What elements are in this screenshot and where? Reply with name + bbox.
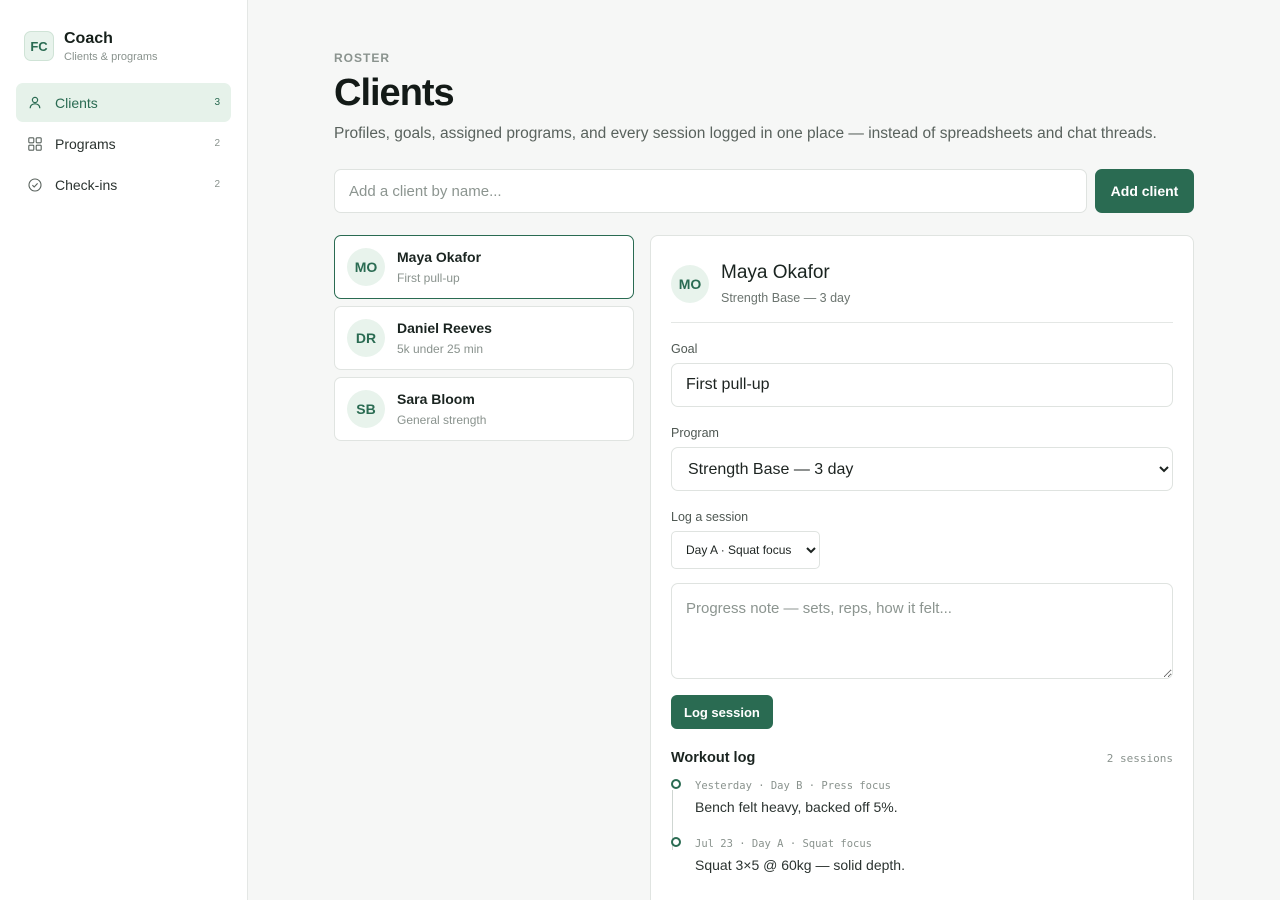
session-day-select[interactable]: Day A · Squat focus <box>671 531 820 569</box>
client-name: Maya Okafor <box>397 249 482 265</box>
sidebar-item-programs[interactable]: Programs 2 <box>16 124 231 163</box>
user-icon <box>27 95 43 111</box>
client-detail-panel: MO Maya Okafor Strength Base — 3 day Goa… <box>650 235 1194 900</box>
workout-log-header: Workout log 2 sessions <box>671 750 1173 766</box>
client-detail-header: MO Maya Okafor Strength Base — 3 day <box>671 236 1173 323</box>
workout-log-timeline: Yesterday · Day B · Press focus Bench fe… <box>671 779 1173 873</box>
client-goal: 5k under 25 min <box>397 342 484 356</box>
program-select[interactable]: Strength Base — 3 day <box>671 447 1173 491</box>
brand: FC Coach Clients & programs <box>16 30 231 63</box>
client-list: MO Maya Okafor First pull-up DR Daniel R… <box>334 235 634 448</box>
add-client-button[interactable]: Add client <box>1095 169 1194 213</box>
timeline-dot <box>671 837 681 847</box>
client-name: Sara Bloom <box>397 391 475 407</box>
client-detail-name: Maya Okafor <box>721 262 830 283</box>
sidebar-item-count: 3 <box>214 97 220 108</box>
client-card-maya-okafor[interactable]: MO Maya Okafor First pull-up <box>334 235 634 299</box>
sidebar-item-label: Programs <box>55 135 116 152</box>
session-label: Log a session <box>671 510 749 524</box>
check-circle-icon <box>27 177 43 193</box>
page-eyebrow: ROSTER <box>334 51 391 65</box>
sidebar-item-label: Clients <box>55 94 98 111</box>
progress-note-field[interactable] <box>671 583 1173 679</box>
log-entry: Jul 23 · Day A · Squat focus Squat 3×5 @… <box>671 837 1173 873</box>
log-entry-text: Bench felt heavy, backed off 5%. <box>695 799 898 815</box>
workout-log-count: 2 sessions <box>1106 752 1173 765</box>
sidebar: FC Coach Clients & programs Clients 3 Pr… <box>0 0 248 900</box>
timeline-dot <box>671 779 681 789</box>
goal-label: Goal <box>671 342 698 356</box>
brand-title: Coach <box>64 30 113 47</box>
avatar: SB <box>347 390 385 428</box>
client-card-daniel-reeves[interactable]: DR Daniel Reeves 5k under 25 min <box>334 306 634 370</box>
client-name: Daniel Reeves <box>397 320 492 336</box>
workout-log-title: Workout log <box>671 750 756 766</box>
avatar: DR <box>347 319 385 357</box>
add-client-input[interactable] <box>334 169 1087 213</box>
avatar: MO <box>671 264 709 303</box>
sidebar-item-clients[interactable]: Clients 3 <box>16 83 231 122</box>
log-session-button[interactable]: Log session <box>671 695 773 729</box>
sidebar-item-label: Check-ins <box>55 176 118 193</box>
sidebar-item-count: 2 <box>214 138 220 149</box>
grid-icon <box>27 136 43 152</box>
log-entry-meta: Yesterday · Day B · Press focus <box>695 780 891 792</box>
client-goal: General strength <box>397 413 487 427</box>
log-entry-text: Squat 3×5 @ 60kg — solid depth. <box>695 857 905 873</box>
brand-logo: FC <box>24 31 54 61</box>
client-detail-program: Strength Base — 3 day <box>721 291 851 305</box>
sidebar-item-count: 2 <box>214 179 220 190</box>
brand-subtitle: Clients & programs <box>64 51 158 63</box>
page-title: Clients <box>334 72 455 114</box>
client-card-sara-bloom[interactable]: SB Sara Bloom General strength <box>334 377 634 441</box>
log-entry-meta: Jul 23 · Day A · Squat focus <box>695 838 873 850</box>
program-label: Program <box>671 426 719 440</box>
client-goal: First pull-up <box>397 271 460 285</box>
sidebar-item-check-ins[interactable]: Check-ins 2 <box>16 165 231 204</box>
page-subtitle: Profiles, goals, assigned programs, and … <box>334 125 1157 142</box>
avatar: MO <box>347 248 385 286</box>
log-entry: Yesterday · Day B · Press focus Bench fe… <box>671 779 1173 815</box>
goal-field[interactable] <box>671 363 1173 407</box>
